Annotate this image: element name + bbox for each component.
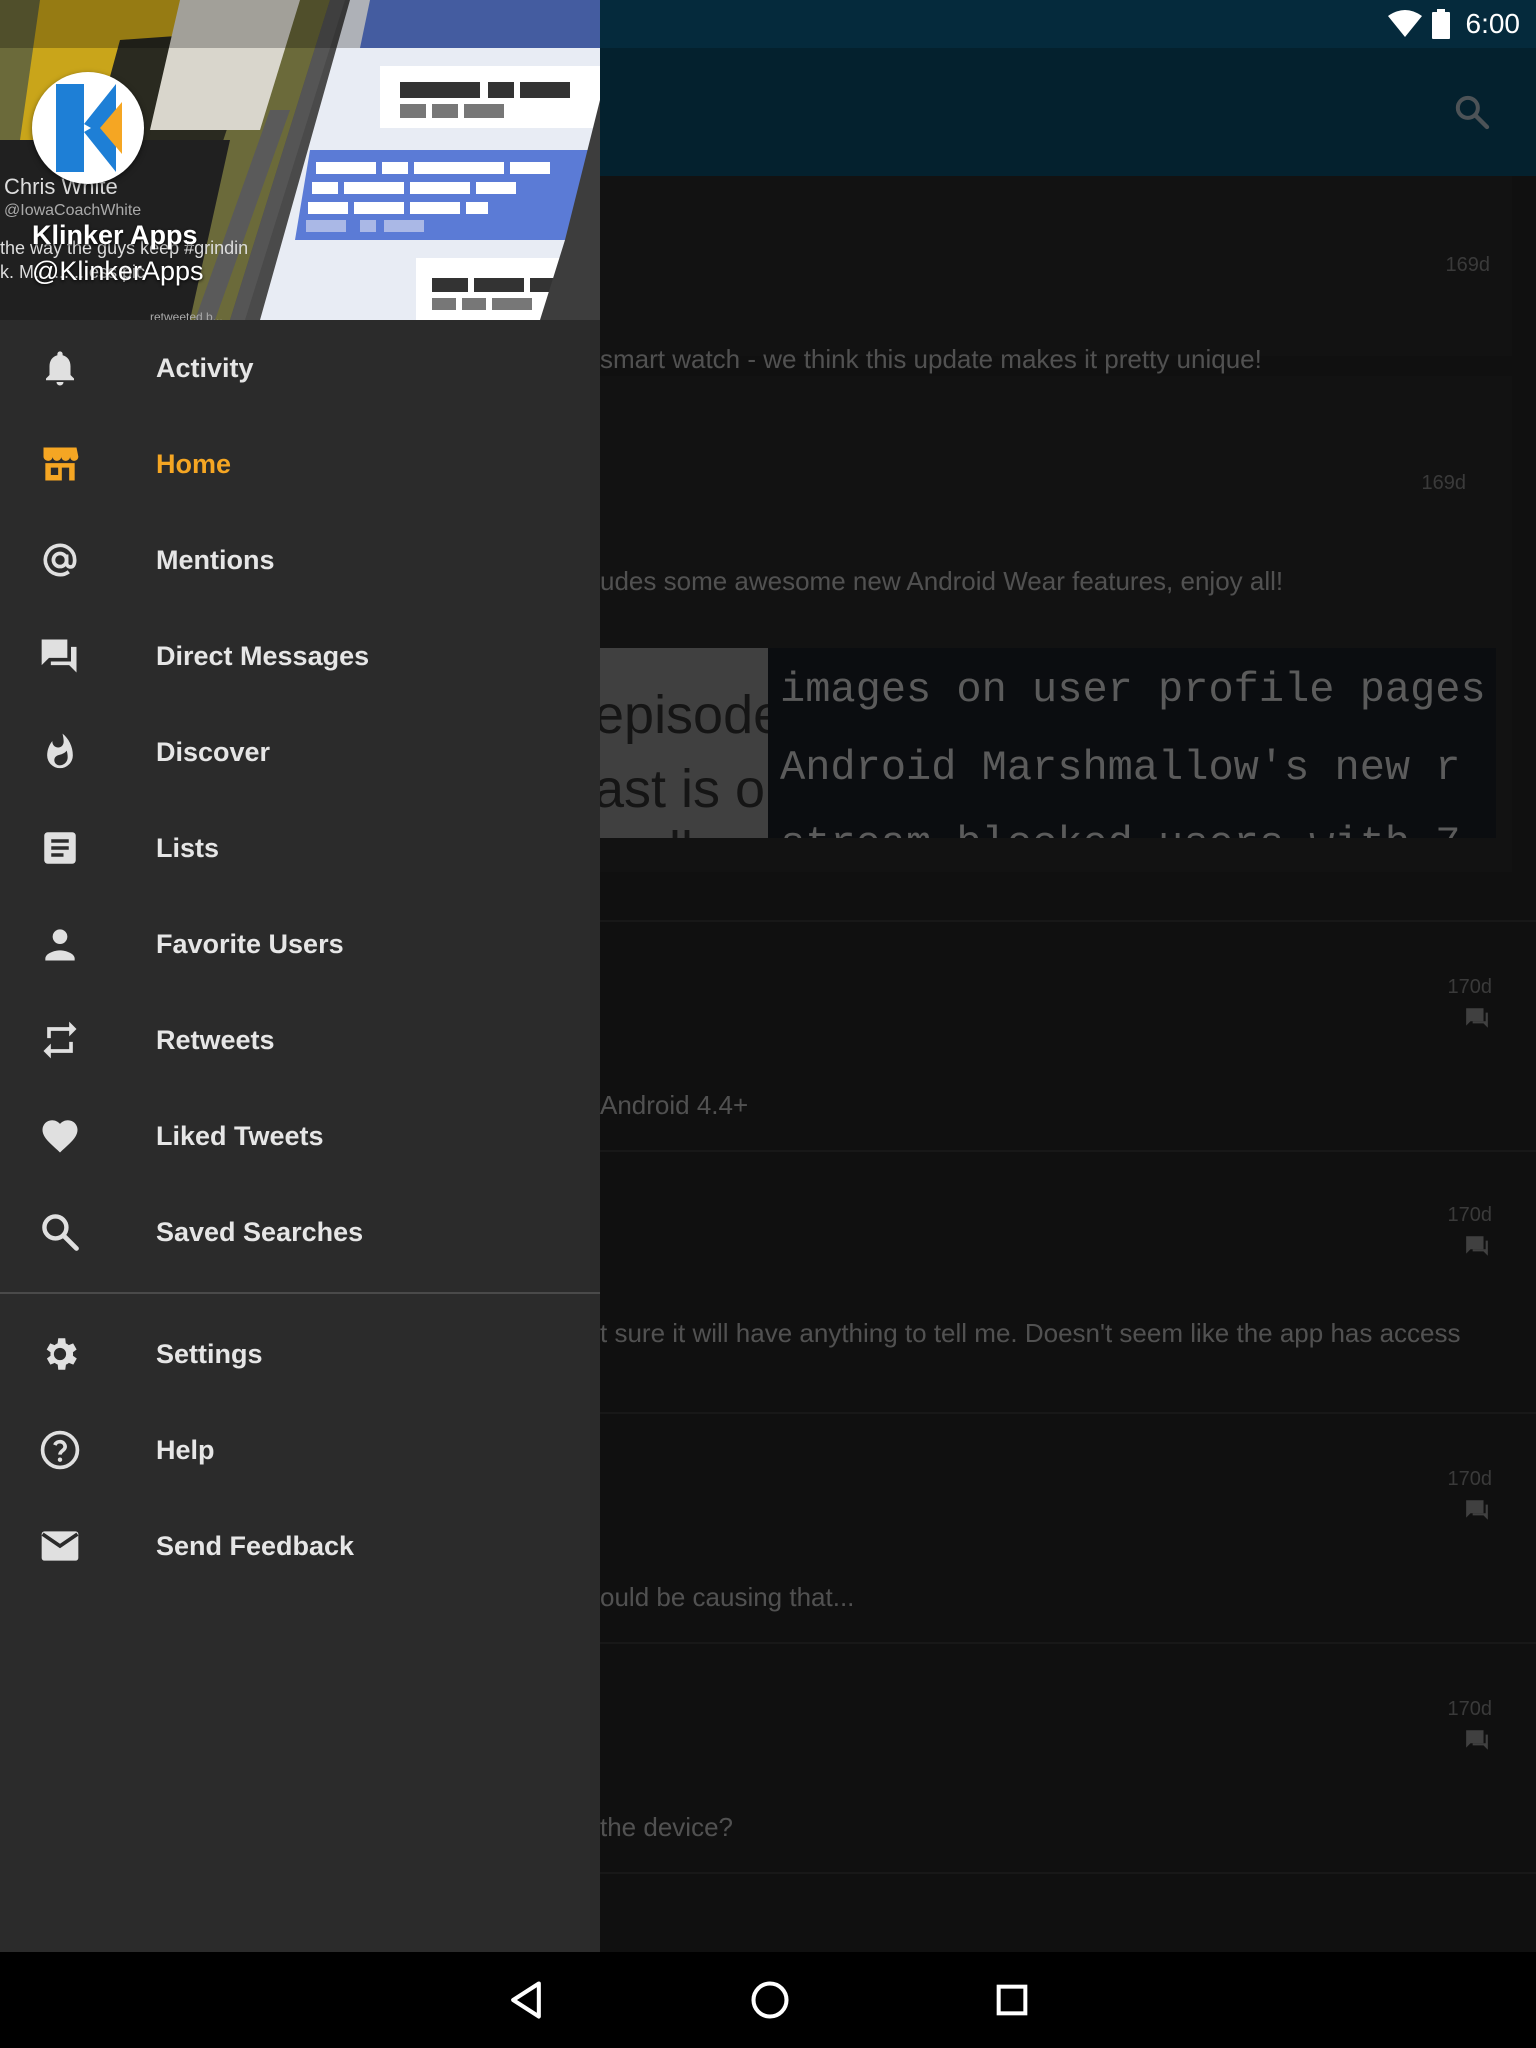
drawer-item-label: Activity: [156, 352, 254, 383]
forum-icon: [36, 632, 84, 680]
tweet-time: 170d: [1447, 1204, 1493, 1226]
at-icon: [36, 536, 84, 584]
conversation-icon: [1466, 1008, 1488, 1028]
drawer-item-saved-searches[interactable]: Saved Searches: [0, 1184, 600, 1280]
conversation-icon: [1466, 1730, 1488, 1750]
drawer-item-label: Settings: [156, 1338, 263, 1369]
recents-icon[interactable]: [992, 1980, 1032, 2020]
drawer-item-liked-tweets[interactable]: Liked Tweets: [0, 1088, 600, 1184]
home-circle-icon[interactable]: [748, 1978, 792, 2022]
drawer-item-label: Lists: [156, 832, 220, 863]
drawer-item-label: Help: [156, 1434, 215, 1465]
header-bg-text: retweeted b...: [150, 310, 223, 320]
repeat-icon: [36, 1016, 84, 1064]
tweet-text: t sure it will have anything to tell me.…: [600, 1318, 1461, 1348]
tweet-time: 170d: [1447, 1468, 1493, 1490]
preview-code-line: Android Marshmallow's new r: [780, 744, 1461, 792]
conversation-icon: [1466, 1236, 1488, 1256]
drawer-item-label: Direct Messages: [156, 640, 370, 671]
tweet-text: Android 4.4+: [600, 1090, 749, 1120]
preview-code-line: images on user profile pages: [780, 666, 1486, 714]
search-icon: [36, 1208, 84, 1256]
tweet-text: smart watch - we think this update makes…: [600, 344, 1262, 374]
preview-image-left: episode ast is ou mallow: [600, 648, 768, 838]
conversation-icon: [1466, 1500, 1488, 1520]
tweet-time: 169d: [1421, 472, 1467, 494]
search-icon: [1455, 95, 1490, 130]
drawer-item-help[interactable]: Help: [0, 1402, 600, 1498]
tweet-text: udes some awesome new Android Wear featu…: [600, 566, 1284, 596]
drawer-item-label: Saved Searches: [156, 1216, 364, 1247]
tweet-image-preview[interactable]: episode ast is ou mallow images on user …: [600, 648, 1496, 838]
help-icon: [36, 1426, 84, 1474]
tweet-text: ould be causing that...: [600, 1582, 855, 1612]
preview-code-line: stream blocked users with 7: [780, 820, 1461, 838]
clock: 6:00: [1465, 8, 1521, 39]
flame-icon: [36, 728, 84, 776]
drawer-item-favorite-users[interactable]: Favorite Users: [0, 896, 600, 992]
drawer-item-lists[interactable]: Lists: [0, 800, 600, 896]
drawer-item-label: Mentions: [156, 544, 275, 575]
store-icon: [36, 440, 84, 488]
drawer-item-home[interactable]: Home: [0, 416, 600, 512]
drawer-item-activity[interactable]: Activity: [0, 320, 600, 416]
tweet-text: the device?: [600, 1812, 733, 1842]
search-button[interactable]: [1448, 88, 1496, 136]
gear-icon: [36, 1330, 84, 1378]
tweet-time: 170d: [1447, 976, 1493, 998]
back-icon[interactable]: [504, 1978, 548, 2022]
drawer-item-direct-messages[interactable]: Direct Messages: [0, 608, 600, 704]
preview-left-line: ast is ou: [600, 759, 768, 819]
account-name: Klinker Apps: [32, 220, 198, 250]
bell-icon: [36, 344, 84, 392]
drawer-item-mentions[interactable]: Mentions: [0, 512, 600, 608]
system-nav-bar: [0, 1952, 1536, 2048]
drawer-item-label: Liked Tweets: [156, 1120, 324, 1151]
drawer-item-label: Favorite Users: [156, 928, 344, 959]
status-icons: 6:00: [1387, 8, 1521, 40]
drawer-divider: [0, 1292, 600, 1294]
klinker-logo-icon: [40, 80, 136, 176]
header-bg-handle: @IowaCoachWhite: [4, 202, 142, 219]
heart-icon: [36, 1112, 84, 1160]
preview-left-line: mallow: [600, 820, 762, 838]
tweet-time: 170d: [1447, 1698, 1493, 1720]
wifi-icon: [1387, 10, 1422, 37]
drawer-item-label: Discover: [156, 736, 271, 767]
drawer-item-label: Retweets: [156, 1024, 275, 1055]
preview-image-code: images on user profile pages Android Mar…: [780, 648, 1496, 838]
drawer-secondary-menu: Settings Help Send Feedback: [0, 1306, 600, 1594]
drawer-item-settings[interactable]: Settings: [0, 1306, 600, 1402]
drawer-menu: Activity Home Mentions Direct Messages D…: [0, 320, 600, 1280]
drawer-item-label: Send Feedback: [156, 1530, 355, 1561]
mail-icon: [36, 1522, 84, 1570]
battery-icon: [1431, 9, 1450, 39]
account-avatar[interactable]: [32, 72, 144, 184]
navigation-drawer: Chris White @IowaCoachWhite the way the …: [0, 0, 600, 1952]
drawer-item-retweets[interactable]: Retweets: [0, 992, 600, 1088]
tweet-time: 169d: [1445, 254, 1491, 276]
preview-left-line: episode: [600, 685, 768, 745]
list-icon: [36, 824, 84, 872]
drawer-item-discover[interactable]: Discover: [0, 704, 600, 800]
header-status-overlay: [0, 0, 600, 48]
drawer-header[interactable]: Chris White @IowaCoachWhite the way the …: [0, 0, 600, 320]
account-handle: @KlinkerApps: [32, 256, 204, 286]
drawer-item-label: Home: [156, 448, 232, 479]
person-icon: [36, 920, 84, 968]
drawer-item-send-feedback[interactable]: Send Feedback: [0, 1498, 600, 1594]
